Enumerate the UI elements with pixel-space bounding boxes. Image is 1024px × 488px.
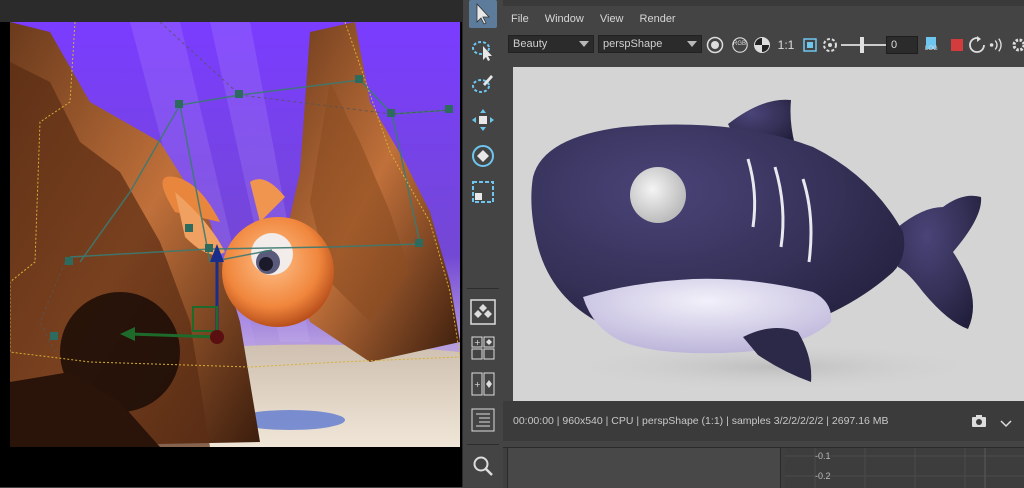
aov-dropdown[interactable]: Beauty (508, 35, 594, 53)
exposure-icon[interactable] (821, 36, 839, 54)
log-label: LOG (925, 46, 938, 52)
render-region-icon[interactable] (706, 36, 724, 54)
chevron-down-icon[interactable] (1000, 416, 1012, 428)
exposure-value-field[interactable]: 0 (886, 36, 918, 54)
svg-text:+: + (474, 338, 481, 347)
ipr-broadcast-icon[interactable] (988, 36, 1006, 54)
scale-tool-icon[interactable] (469, 178, 497, 206)
frame-region-icon[interactable] (801, 36, 819, 54)
window-top-edge (503, 0, 1024, 6)
svg-text:+: + (474, 380, 481, 389)
graph-tick-label: -0.1 (815, 451, 831, 461)
graph-editor-panel: -0.1 -0.2 (503, 447, 1024, 488)
menu-window[interactable]: Window (537, 13, 592, 25)
move-tool-icon[interactable] (469, 106, 497, 134)
ratio-label: 1:1 (777, 38, 795, 52)
rgb-channel-button[interactable]: RGB (731, 36, 749, 54)
exposure-slider-track[interactable] (841, 44, 887, 46)
render-status-bar: 00:00:00 | 960x540 | CPU | perspShape (1… (503, 401, 1024, 441)
toolbox-divider (467, 444, 499, 445)
camera-dropdown-value: perspShape (603, 38, 663, 50)
stop-render-icon[interactable] (948, 36, 966, 54)
graph-editor-grid[interactable]: -0.1 -0.2 (785, 448, 1024, 488)
graph-editor-outliner (507, 448, 781, 488)
menu-view[interactable]: View (592, 13, 632, 25)
underwater-scene (10, 22, 460, 447)
shark-render-image (513, 67, 1024, 401)
chevron-down-icon (687, 41, 697, 47)
single-view-layout-icon[interactable] (469, 298, 497, 326)
viewport-header (0, 0, 462, 22)
aov-dropdown-value: Beauty (513, 38, 548, 50)
scene-render[interactable] (10, 22, 460, 447)
toolbox: + + (462, 0, 503, 487)
exposure-slider-handle[interactable] (860, 37, 864, 53)
viewport-footer (0, 447, 462, 487)
paint-select-tool-icon[interactable] (469, 70, 497, 98)
scene-viewport[interactable] (0, 0, 462, 487)
four-view-layout-icon[interactable]: + (469, 334, 497, 362)
refresh-render-icon[interactable] (968, 36, 986, 54)
outliner-layout-icon[interactable] (469, 406, 497, 434)
graph-tick-label: -0.2 (815, 471, 831, 481)
camera-dropdown[interactable]: perspShape (598, 35, 702, 53)
select-tool-icon[interactable] (469, 0, 497, 28)
rgb-label: RGB (733, 41, 747, 47)
toolbox-divider (467, 288, 499, 289)
chevron-down-icon (579, 41, 589, 47)
render-view-window: File Window View Render Beauty perspShap… (503, 0, 1024, 488)
render-status-text: 00:00:00 | 960x540 | CPU | perspShape (1… (513, 415, 889, 427)
menu-render[interactable]: Render (632, 13, 684, 25)
render-view-toolbar: Beauty perspShape RGB 1:1 0 LOG (503, 33, 1024, 57)
log-toggle-icon[interactable]: LOG (923, 36, 941, 54)
render-view-menubar: File Window View Render (503, 8, 684, 30)
snapshot-camera-icon[interactable] (971, 414, 987, 428)
render-canvas[interactable] (513, 67, 1024, 401)
two-view-layout-icon[interactable]: + (469, 370, 497, 398)
ratio-button[interactable]: 1:1 (775, 36, 797, 54)
lasso-tool-icon[interactable] (469, 36, 497, 64)
gear-icon[interactable] (1010, 36, 1024, 54)
menu-file[interactable]: File (503, 13, 537, 25)
alpha-toggle-icon[interactable] (753, 36, 771, 54)
rotate-tool-icon[interactable] (469, 142, 497, 170)
search-icon[interactable] (469, 452, 497, 480)
